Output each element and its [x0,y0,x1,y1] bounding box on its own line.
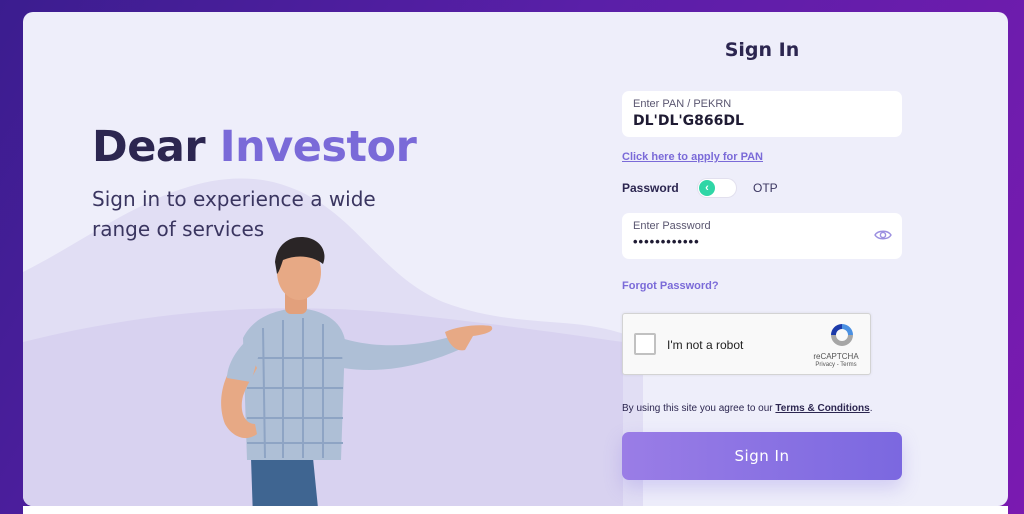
password-option-label[interactable]: Password [622,181,679,195]
recaptcha-checkbox[interactable] [634,333,656,355]
otp-option-label[interactable]: OTP [753,181,778,195]
recaptcha-logo-icon [831,324,853,346]
eye-icon[interactable] [874,228,892,242]
terms-notice: By using this site you agree to our Term… [622,403,872,414]
login-method-toggle-row: Password ‹ OTP [622,179,902,199]
recaptcha-label: I'm not a robot [667,338,744,352]
password-otp-toggle[interactable]: ‹ [698,179,736,197]
pan-field-label: Enter PAN / PEKRN [633,98,732,110]
bottom-strip [23,506,1008,514]
recaptcha-brand: reCAPTCHA [813,352,859,361]
password-input[interactable]: •••••••••••• [633,234,891,249]
forgot-password-link[interactable]: Forgot Password? [622,280,719,292]
terms-notice-suffix: . [869,403,873,414]
password-field-label: Enter Password [633,220,711,232]
apply-pan-link[interactable]: Click here to apply for PAN [622,151,763,163]
login-card: Dear Investor Sign in to experience a wi… [23,12,1008,506]
recaptcha-widget: I'm not a robot reCAPTCHA Privacy - Term… [622,313,871,375]
hero-title-investor: Investor [219,122,417,172]
signin-button[interactable]: Sign In [622,432,902,480]
pan-input[interactable]: DL'DL'G866DL [633,113,891,129]
hero-title: Dear Investor [92,122,417,172]
chevron-left-icon: ‹ [699,180,715,196]
investor-illustration [221,237,493,506]
recaptcha-links[interactable]: Privacy - Terms [810,362,862,368]
hero-title-dear: Dear [92,122,206,172]
terms-notice-prefix: By using this site you agree to our [622,403,773,414]
password-field[interactable]: Enter Password •••••••••••• [622,213,902,259]
terms-link[interactable]: Terms & Conditions [775,403,869,414]
pan-field[interactable]: Enter PAN / PEKRN DL'DL'G866DL [622,91,902,137]
signin-heading: Sign In [724,39,800,61]
